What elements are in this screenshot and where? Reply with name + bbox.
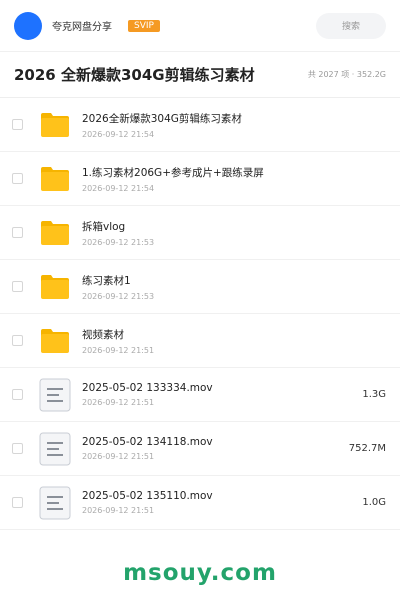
item-text: 视频素材 2026-09-12 21:51 xyxy=(82,327,386,355)
avatar[interactable] xyxy=(14,11,42,40)
select-checkbox[interactable] xyxy=(12,281,23,292)
document-icon xyxy=(38,432,72,466)
item-name: 2026全新爆款304G剪辑练习素材 xyxy=(82,112,242,125)
list-item[interactable]: 2025-05-02 133334.mov 2026-09-12 21:51 1.3… xyxy=(0,368,400,422)
list-item[interactable]: 2025-05-02 135110.mov 2026-09-12 21:51 1.0… xyxy=(0,476,400,530)
item-text: 1.练习素材206G+参考成片+跟练录屏 2026-09-12 21:54 xyxy=(82,165,386,193)
item-date: 2026-09-12 21:53 xyxy=(82,237,155,247)
folder-icon xyxy=(38,162,72,196)
select-checkbox[interactable] xyxy=(12,497,23,508)
select-checkbox[interactable] xyxy=(12,173,23,184)
folder-icon xyxy=(38,270,72,304)
item-date: 2026-09-12 21:51 xyxy=(82,452,155,461)
item-name: 2025-05-02 135110.mov xyxy=(82,490,213,502)
item-text: 2025-05-02 133334.mov 2026-09-12 21:51 xyxy=(82,382,354,407)
watermark: msouy.com xyxy=(123,560,277,586)
item-name: 拆箱vlog xyxy=(82,220,126,233)
item-date: 2026-09-12 21:51 xyxy=(82,345,155,355)
item-date: 2026-09-12 21:51 xyxy=(82,398,155,407)
list-item[interactable]: 视频素材 2026-09-12 21:51 xyxy=(0,314,400,368)
list-item[interactable]: 2025-05-02 134118.mov 2026-09-12 21:51 752… xyxy=(0,422,400,476)
item-date: 2026-09-12 21:54 xyxy=(82,183,155,193)
app-name: 夸克网盘分享 xyxy=(52,22,112,33)
folder-icon xyxy=(38,108,72,142)
item-text: 拆箱vlog 2026-09-12 21:53 xyxy=(82,219,386,247)
list-item[interactable]: 练习素材1 2026-09-12 21:53 xyxy=(0,260,400,314)
item-text: 练习素材1 2026-09-12 21:53 xyxy=(82,273,386,301)
item-date: 2026-09-12 21:54 xyxy=(82,129,155,139)
item-name: 1.练习素材206G+参考成片+跟练录屏 xyxy=(82,166,264,179)
list-item[interactable]: 拆箱vlog 2026-09-12 21:53 xyxy=(0,206,400,260)
select-checkbox[interactable] xyxy=(12,119,23,130)
select-checkbox[interactable] xyxy=(12,443,23,454)
document-icon xyxy=(38,486,72,520)
item-name: 视频素材 xyxy=(82,328,124,341)
select-checkbox[interactable] xyxy=(12,227,23,238)
item-size: 1.3G xyxy=(362,389,386,400)
item-date: 2026-09-12 21:53 xyxy=(82,291,155,301)
list-item[interactable]: 2026全新爆款304G剪辑练习素材 2026-09-12 21:54 xyxy=(0,98,400,152)
item-text: 2025-05-02 134118.mov 2026-09-12 21:51 xyxy=(82,436,341,461)
folder-icon xyxy=(38,324,72,358)
item-name: 练习素材1 xyxy=(82,274,131,287)
item-text: 2025-05-02 135110.mov 2026-09-12 21:51 xyxy=(82,490,354,515)
select-checkbox[interactable] xyxy=(12,335,23,346)
folder-meta: 共 2027 项 · 352.2G xyxy=(307,70,386,79)
search-input[interactable]: 搜索 xyxy=(316,12,386,39)
item-size: 1.0G xyxy=(362,497,386,508)
document-icon xyxy=(38,378,72,412)
page-title: 2026 全新爆款304G剪辑练习素材 xyxy=(14,66,255,84)
select-checkbox[interactable] xyxy=(12,389,23,400)
svip-badge: SVIP xyxy=(128,19,160,32)
folder-bar: 2026 全新爆款304G剪辑练习素材 共 2027 项 · 352.2G xyxy=(0,52,400,98)
share-header: 夸克网盘分享 SVIP 搜索 xyxy=(0,0,400,52)
item-text: 2026全新爆款304G剪辑练习素材 2026-09-12 21:54 xyxy=(82,111,386,139)
item-name: 2025-05-02 133334.mov xyxy=(82,382,213,394)
folder-icon xyxy=(38,216,72,250)
search-placeholder: 搜索 xyxy=(341,22,360,32)
file-list: 2026全新爆款304G剪辑练习素材 2026-09-12 21:54 1.练习素材… xyxy=(0,98,400,530)
list-item[interactable]: 1.练习素材206G+参考成片+跟练录屏 2026-09-12 21:54 xyxy=(0,152,400,206)
item-name: 2025-05-02 134118.mov xyxy=(82,436,213,448)
item-date: 2026-09-12 21:51 xyxy=(82,506,155,515)
item-size: 752.7M xyxy=(348,443,386,454)
